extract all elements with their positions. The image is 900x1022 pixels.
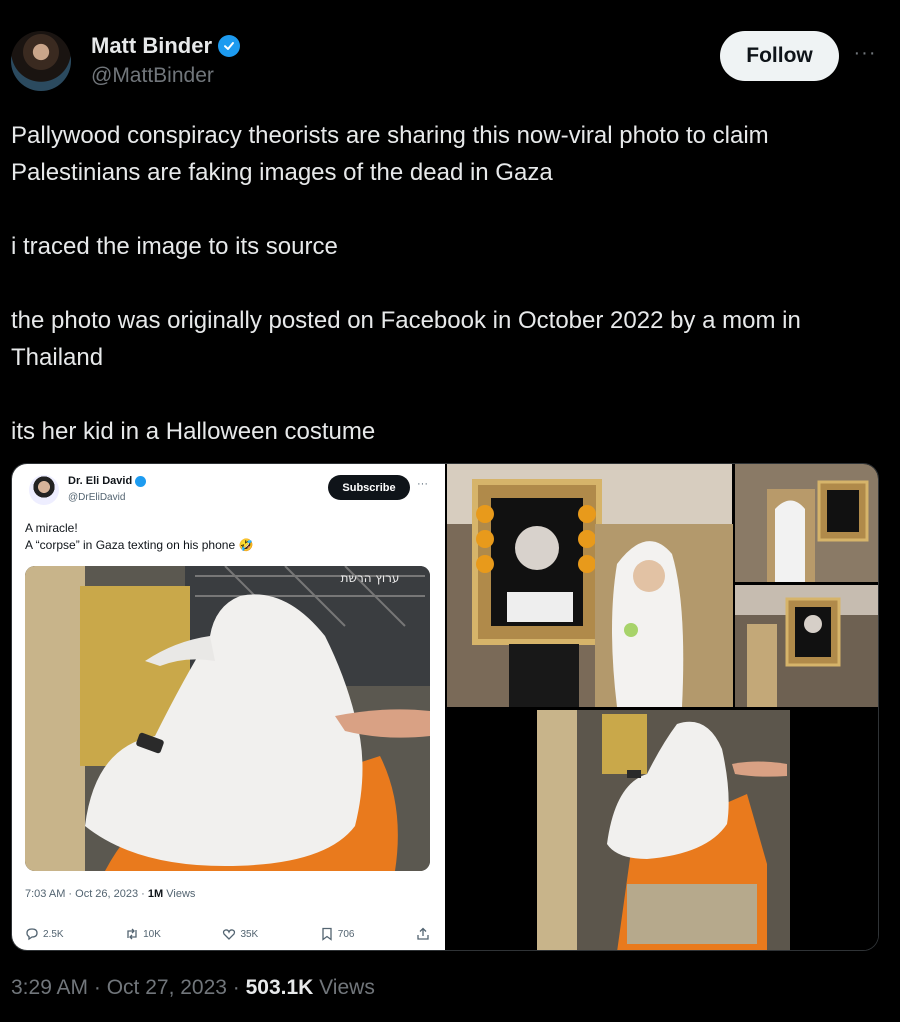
embedded-photo: ערוץ הרשת bbox=[25, 566, 430, 871]
embedded-like: 35K bbox=[222, 927, 258, 941]
author-name[interactable]: Matt Binder bbox=[91, 33, 212, 59]
tweet-header: Matt Binder @MattBinder Follow ··· bbox=[0, 0, 900, 110]
verified-badge-icon bbox=[218, 35, 240, 57]
author-handle[interactable]: @MattBinder bbox=[91, 64, 214, 88]
author-avatar[interactable] bbox=[11, 31, 71, 91]
retweet-icon bbox=[127, 928, 137, 940]
bookmark-count: 706 bbox=[337, 928, 355, 940]
retweet-count: 10K bbox=[143, 928, 161, 940]
embedded-reply: 2.5K bbox=[25, 927, 64, 941]
collage-photo-small-top bbox=[735, 464, 878, 582]
embedded-tweet-screenshot[interactable]: Dr. Eli David @DrEliDavid Subscribe ··· … bbox=[12, 464, 445, 950]
tweet-paragraph: i traced the image to its source bbox=[11, 233, 338, 260]
collage-photo-framed-child bbox=[447, 464, 733, 707]
reply-icon bbox=[26, 928, 38, 941]
post-timestamp[interactable]: 3:29 AM · Oct 27, 2023 · bbox=[11, 976, 246, 999]
embedded-views-label: Views bbox=[163, 888, 196, 900]
tweet-footer: 3:29 AM · Oct 27, 2023 · 503.1K Views bbox=[11, 976, 375, 1000]
embedded-name-row: Dr. Eli David bbox=[68, 475, 147, 487]
like-count: 35K bbox=[240, 928, 259, 940]
embedded-text: A miracle! A “corpse” in Gaza texting on… bbox=[25, 520, 253, 554]
embedded-subscribe-button: Subscribe bbox=[328, 475, 410, 500]
embedded-avatar bbox=[29, 475, 59, 505]
collage-photo-small-bottom bbox=[735, 585, 878, 707]
embedded-verified-icon bbox=[135, 475, 147, 487]
tweet-paragraph: its her kid in a Halloween costume bbox=[11, 418, 376, 445]
embedded-text-line: A “corpse” in Gaza texting on his phone … bbox=[25, 538, 254, 552]
image-watermark: ערוץ הרשת bbox=[341, 571, 400, 585]
embedded-handle: @DrEliDavid bbox=[68, 492, 126, 503]
embedded-bookmark: 706 bbox=[320, 927, 355, 941]
embedded-text-line: A miracle! bbox=[25, 521, 78, 535]
embedded-meta: 7:03 AM · Oct 26, 2023 · 1M Views bbox=[25, 888, 195, 900]
heart-icon bbox=[223, 929, 236, 940]
reply-count: 2.5K bbox=[43, 928, 64, 940]
more-options-icon[interactable]: ··· bbox=[850, 38, 880, 68]
embedded-action-bar: 2.5K 10K 35K 706 bbox=[25, 927, 430, 941]
follow-button[interactable]: Follow bbox=[720, 31, 839, 81]
embedded-views: 1M bbox=[147, 888, 164, 900]
tweet-media[interactable]: Dr. Eli David @DrEliDavid Subscribe ··· … bbox=[11, 463, 879, 951]
photo-collage[interactable] bbox=[447, 464, 878, 950]
embedded-time: 7:03 AM · Oct 26, 2023 · bbox=[25, 888, 148, 900]
embedded-share bbox=[416, 927, 430, 941]
view-count-label: Views bbox=[313, 976, 375, 999]
tweet-paragraph: Pallywood conspiracy theorists are shari… bbox=[11, 122, 769, 186]
embedded-more-icon: ··· bbox=[417, 478, 428, 490]
view-count: 503.1K bbox=[245, 976, 314, 999]
author-name-row: Matt Binder bbox=[91, 33, 240, 59]
collage-photo-original bbox=[447, 710, 878, 950]
share-icon bbox=[417, 927, 429, 940]
embedded-retweet: 10K bbox=[125, 927, 161, 941]
tweet-paragraph: the photo was originally posted on Faceb… bbox=[11, 307, 801, 371]
tweet-text: Pallywood conspiracy theorists are shari… bbox=[11, 117, 881, 450]
bookmark-icon bbox=[322, 927, 332, 941]
embedded-name: Dr. Eli David bbox=[68, 475, 133, 487]
